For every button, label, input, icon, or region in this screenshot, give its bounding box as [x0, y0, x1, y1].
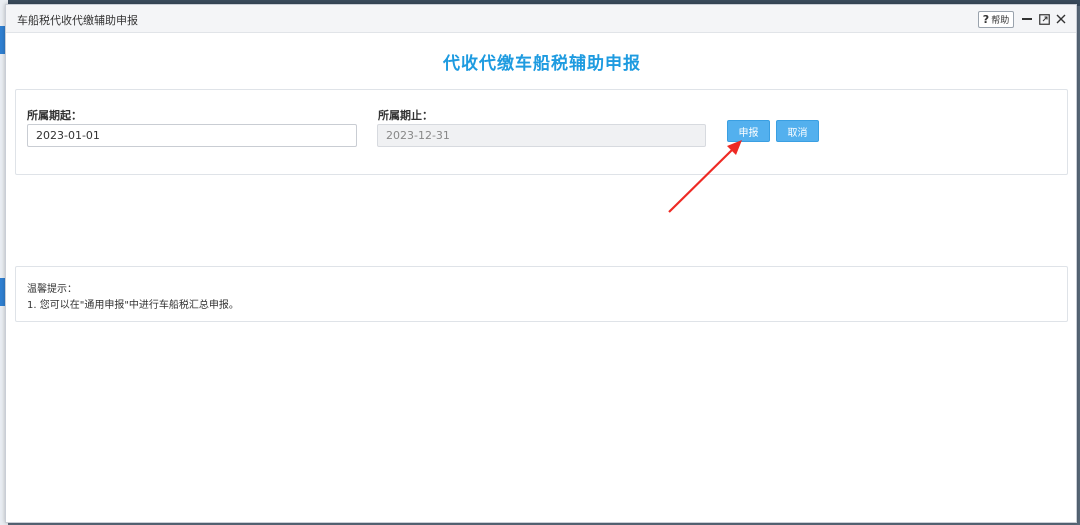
dialog-titlebar: 车船税代收代缴辅助申报 ? 帮助 [6, 5, 1076, 33]
start-period-input[interactable]: 2023-01-01 [27, 124, 357, 147]
declaration-dialog: 车船税代收代缴辅助申报 ? 帮助 代收代缴车船税辅助申报 所属期起： 2023-… [5, 4, 1077, 523]
end-period-input: 2023-12-31 [377, 124, 706, 147]
tips-title: 温馨提示： [27, 284, 77, 295]
red-annotation-arrow [668, 140, 742, 213]
end-period-label: 所属期止： [378, 109, 433, 122]
dialog-title: 车船税代收代缴辅助申报 [17, 14, 138, 27]
help-button[interactable]: ? 帮助 [978, 11, 1014, 28]
cancel-button[interactable]: 取消 [776, 120, 819, 142]
period-form-panel: 所属期起： 2023-01-01 所属期止： 2023-12-31 申报 取消 [15, 89, 1068, 175]
start-period-label: 所属期起： [27, 109, 82, 122]
help-icon: ? [982, 13, 990, 26]
page-title: 代收代缴车船税辅助申报 [443, 54, 641, 74]
maximize-icon[interactable] [1037, 11, 1051, 27]
help-label: 帮助 [991, 16, 1010, 26]
tips-panel: 温馨提示： 1. 您可以在"通用申报"中进行车船税汇总申报。 [15, 266, 1068, 322]
close-icon[interactable] [1054, 11, 1068, 27]
minimize-icon[interactable] [1020, 11, 1034, 27]
tips-item: 1. 您可以在"通用申报"中进行车船税汇总申报。 [27, 300, 239, 311]
submit-declaration-button[interactable]: 申报 [727, 120, 770, 142]
